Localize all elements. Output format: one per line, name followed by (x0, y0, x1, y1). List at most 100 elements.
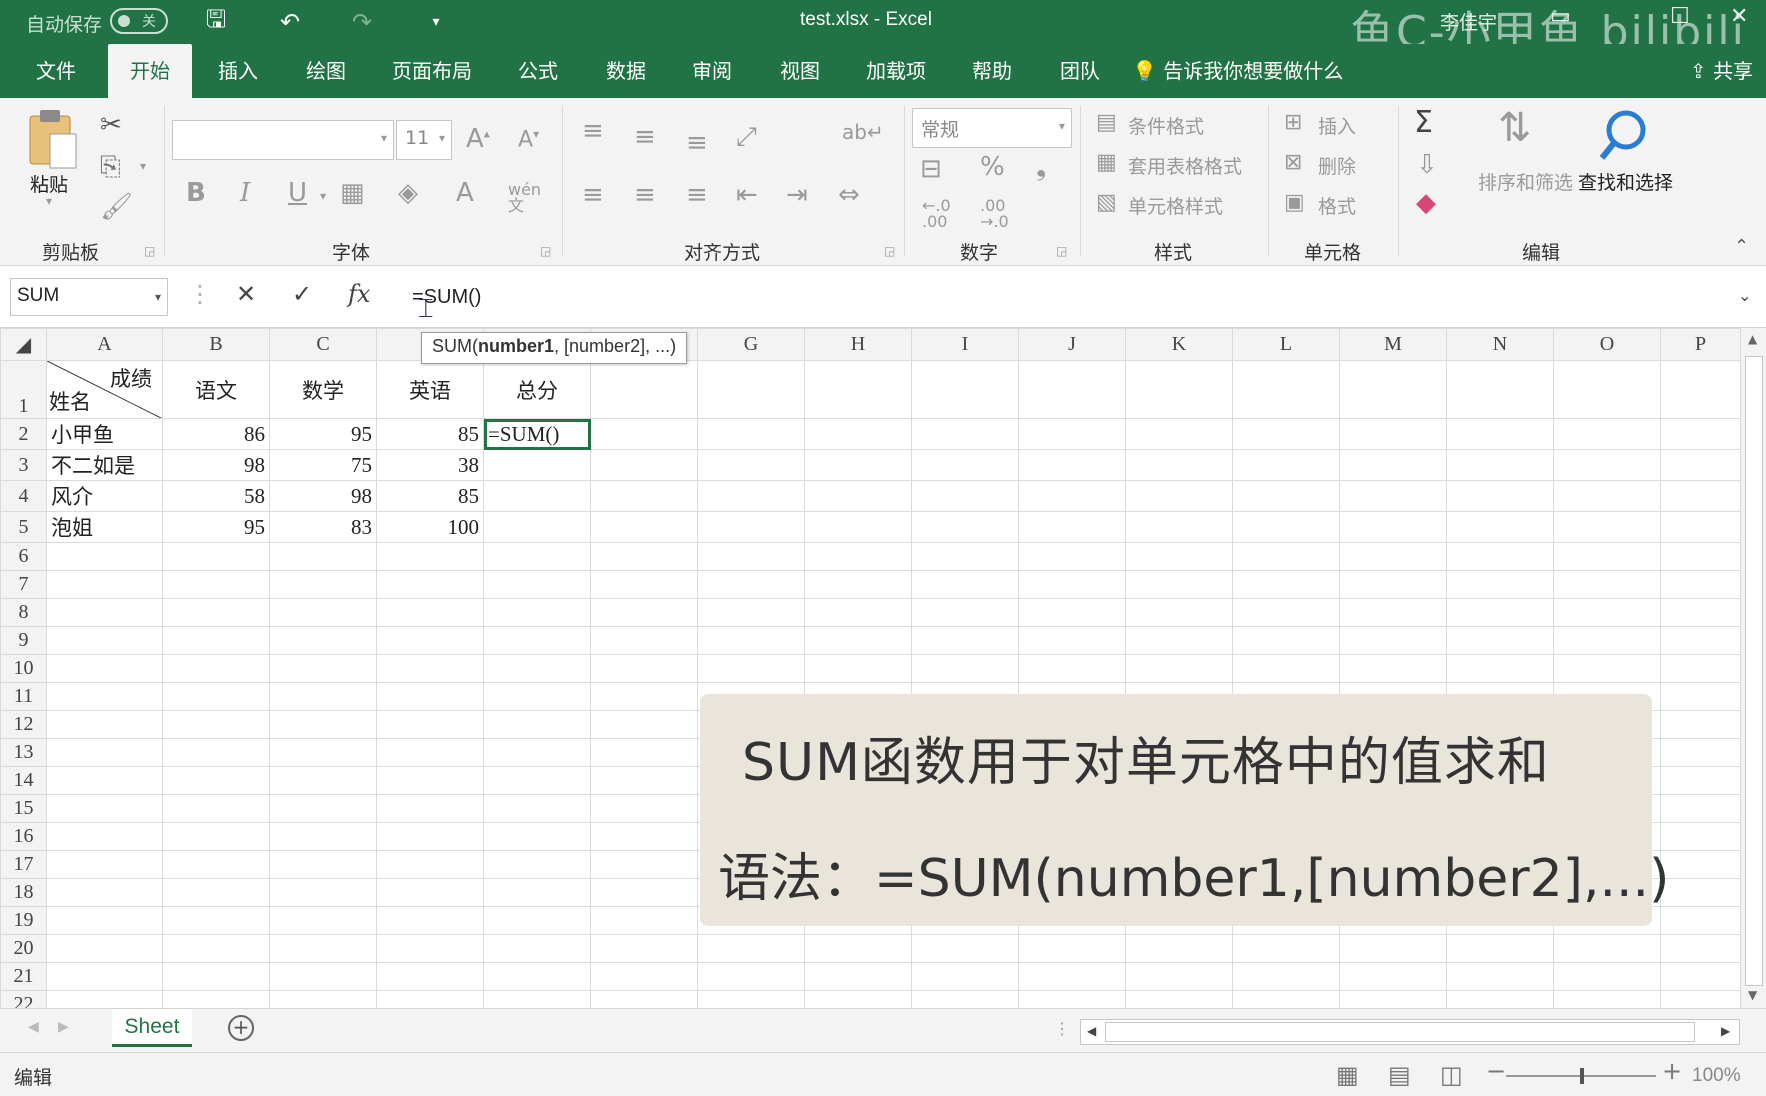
cell[interactable] (1125, 418, 1233, 450)
cell[interactable] (483, 626, 591, 655)
cell[interactable] (1232, 449, 1340, 481)
cell[interactable] (1232, 934, 1340, 963)
cell[interactable] (1660, 570, 1741, 599)
cell[interactable] (697, 934, 805, 963)
cell[interactable] (590, 934, 698, 963)
cell[interactable] (911, 654, 1019, 683)
cell[interactable] (590, 794, 698, 823)
cell[interactable] (269, 962, 377, 991)
save-icon[interactable]: 🖫 (200, 5, 232, 38)
cell[interactable] (46, 542, 163, 571)
cell[interactable] (376, 682, 484, 711)
cell[interactable] (1660, 794, 1741, 823)
copy-dropdown-icon[interactable]: ▾ (140, 160, 146, 172)
find-select-icon[interactable] (1596, 108, 1652, 164)
cell[interactable] (376, 710, 484, 739)
cell[interactable] (483, 570, 591, 599)
cell[interactable] (162, 710, 270, 739)
cell[interactable] (483, 990, 591, 1008)
cell[interactable] (1553, 626, 1661, 655)
underline-dropdown-icon[interactable]: ▾ (320, 190, 326, 202)
cell[interactable] (590, 738, 698, 767)
cell[interactable] (1660, 360, 1741, 419)
cell[interactable] (697, 542, 805, 571)
cell[interactable] (1339, 449, 1447, 481)
tab-draw[interactable]: 绘图 (302, 44, 350, 98)
tab-insert[interactable]: 插入 (214, 44, 262, 98)
cell[interactable] (590, 990, 698, 1008)
cell[interactable] (804, 934, 912, 963)
horizontal-scroll-thumb[interactable] (1105, 1022, 1695, 1042)
cell[interactable] (1232, 962, 1340, 991)
cell[interactable] (590, 626, 698, 655)
fill-color-icon[interactable]: ◈ (398, 180, 418, 206)
cell[interactable] (162, 570, 270, 599)
score-cell[interactable]: 85 (376, 480, 484, 512)
cell[interactable] (162, 626, 270, 655)
active-cell[interactable]: =SUM() (483, 418, 591, 450)
cell[interactable] (1018, 449, 1126, 481)
percent-icon[interactable]: % (980, 154, 1005, 180)
align-center-icon[interactable]: ≡ (634, 182, 656, 208)
cell[interactable] (162, 738, 270, 767)
subject-header-cell[interactable]: 数学 (269, 360, 377, 419)
cell[interactable] (1553, 990, 1661, 1008)
tab-formulas[interactable]: 公式 (514, 44, 562, 98)
cell[interactable] (1553, 570, 1661, 599)
alignment-launcher-icon[interactable]: ◲ (884, 244, 895, 258)
cell[interactable] (1660, 654, 1741, 683)
number-launcher-icon[interactable]: ◲ (1056, 244, 1067, 258)
row-header[interactable]: 16 (0, 822, 47, 851)
cell[interactable] (804, 654, 912, 683)
cell[interactable] (590, 906, 698, 935)
tab-page-layout[interactable]: 页面布局 (388, 44, 476, 98)
cell[interactable] (483, 934, 591, 963)
score-cell[interactable]: 100 (376, 511, 484, 543)
cell[interactable] (911, 480, 1019, 512)
insert-function-icon[interactable]: fx (348, 280, 370, 308)
align-left-icon[interactable]: ≡ (582, 182, 604, 208)
cell[interactable] (1660, 682, 1741, 711)
cell[interactable] (376, 738, 484, 767)
cell[interactable] (1018, 654, 1126, 683)
format-cells-icon[interactable]: ▣ (1284, 192, 1305, 214)
cell[interactable] (1660, 906, 1741, 935)
decrease-indent-icon[interactable]: ⇤ (736, 182, 758, 208)
cell[interactable] (911, 542, 1019, 571)
cell[interactable] (1446, 990, 1554, 1008)
phonetic-icon[interactable]: wén 文 (508, 182, 541, 214)
cell[interactable] (483, 878, 591, 907)
delete-cells-icon[interactable]: ⊠ (1284, 152, 1302, 174)
cell-styles-button[interactable]: 单元格样式 (1128, 192, 1223, 219)
clear-icon[interactable]: ◆ (1416, 190, 1436, 216)
score-cell[interactable]: 58 (162, 480, 270, 512)
conditional-format-button[interactable]: 条件格式 (1128, 112, 1204, 139)
cell[interactable] (46, 934, 163, 963)
cell[interactable] (804, 418, 912, 450)
score-cell[interactable]: 86 (162, 418, 270, 450)
cell[interactable] (590, 542, 698, 571)
total-header-cell[interactable]: 总分 (483, 360, 591, 419)
row-header[interactable]: 15 (0, 794, 47, 823)
zoom-out-icon[interactable]: − (1486, 1057, 1506, 1085)
cell[interactable] (483, 766, 591, 795)
orientation-icon[interactable]: ⤢ (736, 124, 757, 150)
cell[interactable] (269, 906, 377, 935)
cell[interactable] (1232, 542, 1340, 571)
cell[interactable] (804, 962, 912, 991)
cell[interactable] (1125, 449, 1233, 481)
cell[interactable] (590, 570, 698, 599)
cell[interactable] (697, 570, 805, 599)
cell[interactable] (1018, 990, 1126, 1008)
add-sheet-button[interactable]: + (228, 1015, 254, 1041)
cell[interactable] (590, 598, 698, 627)
font-color-icon[interactable]: A (456, 180, 474, 206)
cell[interactable] (376, 990, 484, 1008)
cell[interactable] (590, 418, 698, 450)
italic-icon[interactable]: I (240, 180, 250, 206)
cell[interactable] (590, 654, 698, 683)
horizontal-scrollbar[interactable]: ◀ ▶ (1080, 1019, 1740, 1045)
enter-icon[interactable]: ✓ (292, 280, 312, 308)
cell[interactable] (1660, 738, 1741, 767)
row-header[interactable]: 9 (0, 626, 47, 655)
